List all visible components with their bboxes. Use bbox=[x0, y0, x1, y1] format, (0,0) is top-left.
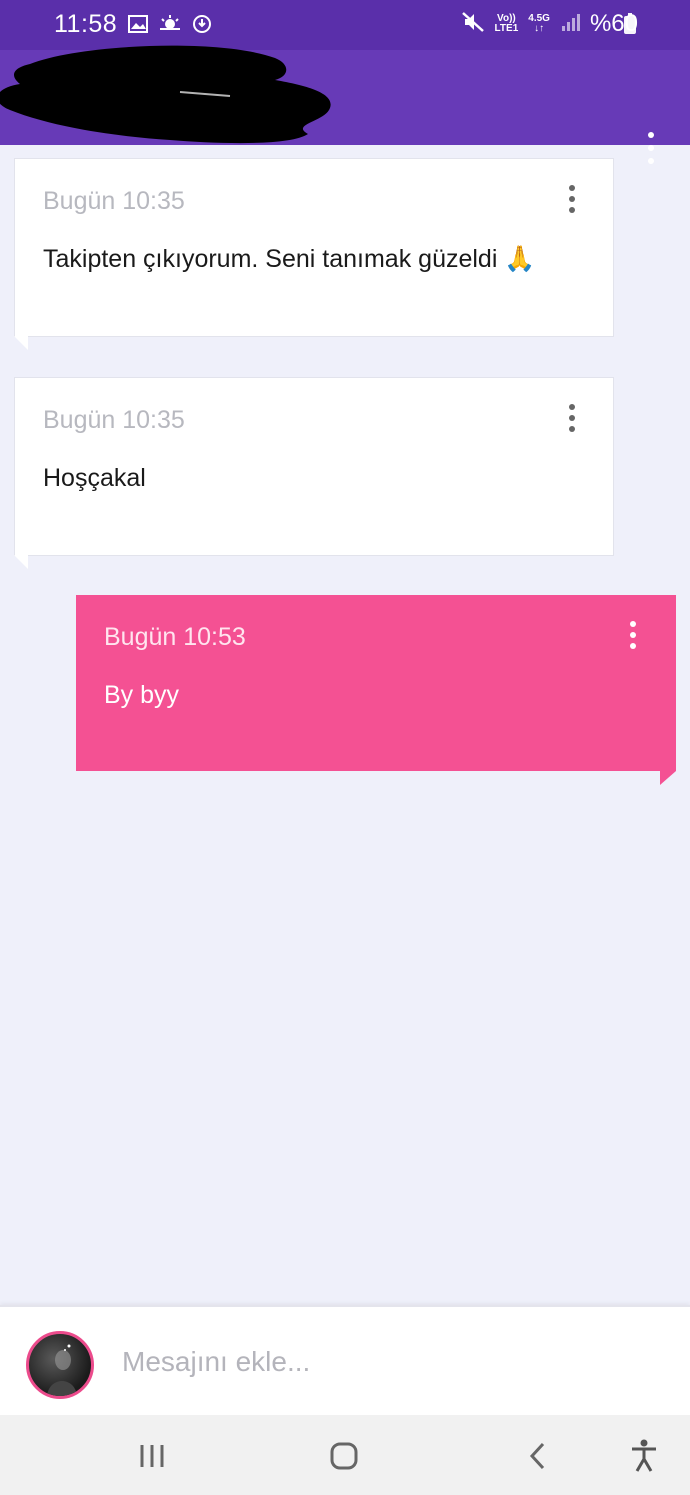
home-icon[interactable] bbox=[321, 1433, 367, 1479]
message-text: Takipten çıkıyorum. Seni tanımak güzeldi… bbox=[43, 245, 536, 273]
own-message-card: Bugün 10:53 By byy bbox=[76, 595, 676, 771]
more-vert-icon[interactable] bbox=[638, 132, 664, 164]
message-timestamp: Bugün 10:35 bbox=[43, 187, 185, 215]
message-more-icon[interactable] bbox=[628, 621, 638, 649]
message-text: By byy bbox=[104, 681, 180, 709]
message-input[interactable] bbox=[120, 1333, 644, 1391]
message-text: Hoşçakal bbox=[43, 464, 146, 492]
message-tail bbox=[14, 336, 28, 350]
redacted-title bbox=[0, 45, 331, 144]
accessibility-icon[interactable] bbox=[621, 1433, 667, 1479]
status-time: 11:58 bbox=[54, 10, 118, 38]
message-composer bbox=[0, 1305, 690, 1417]
signal-icon bbox=[560, 12, 580, 37]
battery-icon bbox=[624, 13, 636, 34]
back-icon[interactable] bbox=[515, 1433, 561, 1479]
status-bar: 11:58 Vo)) LTE1 4.5G ↓↑ %60 bbox=[0, 0, 690, 50]
message-timestamp: Bugün 10:35 bbox=[43, 406, 185, 434]
network-indicator: 4.5G ↓↑ bbox=[528, 13, 550, 34]
volte-indicator: Vo)) LTE1 bbox=[494, 13, 519, 34]
message-tail bbox=[14, 555, 28, 569]
message-tail bbox=[660, 771, 676, 785]
recents-icon[interactable] bbox=[129, 1433, 175, 1479]
message-timestamp: Bugün 10:53 bbox=[104, 623, 246, 651]
message-more-icon[interactable] bbox=[567, 404, 577, 432]
navigation-bar bbox=[0, 1415, 690, 1495]
weather-icon bbox=[158, 14, 182, 39]
message-more-icon[interactable] bbox=[567, 185, 577, 213]
message-card: Bugün 10:35 Hoşçakal bbox=[14, 377, 614, 556]
gallery-icon bbox=[128, 14, 148, 39]
bulb-icon bbox=[192, 14, 212, 39]
message-card: Bugün 10:35 Takipten çıkıyorum. Seni tan… bbox=[14, 158, 614, 337]
avatar[interactable] bbox=[26, 1331, 94, 1399]
mute-icon bbox=[461, 11, 485, 38]
